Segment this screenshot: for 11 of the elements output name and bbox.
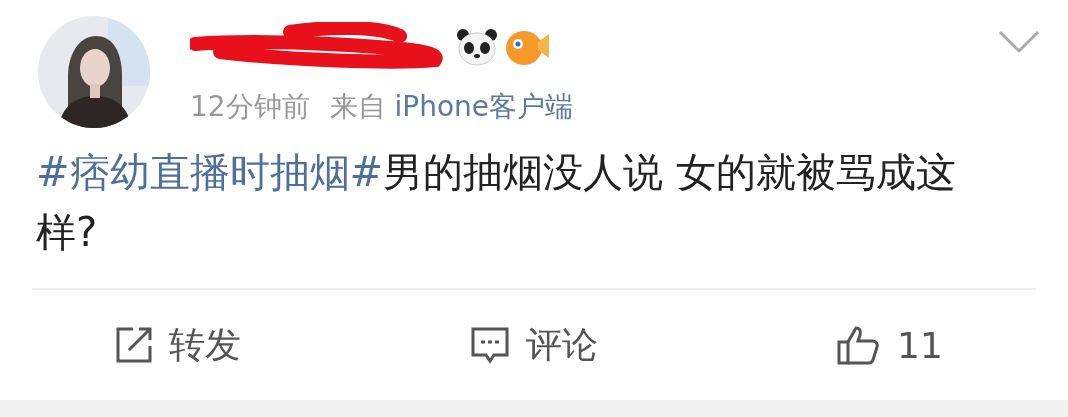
- repost-button[interactable]: 转发: [0, 320, 356, 370]
- chevron-down-icon[interactable]: [998, 30, 1040, 54]
- thumbs-up-icon: [837, 325, 882, 365]
- share-icon: [115, 326, 153, 364]
- post-text: #痞幼直播时抽烟#男的抽烟没人说 女的就被骂成这样?: [36, 149, 956, 255]
- panda-icon: [456, 27, 498, 67]
- comment-button[interactable]: 评论: [356, 320, 712, 370]
- source-label: 来自 iPhone客户端: [329, 89, 574, 125]
- post-time: 12分钟前: [190, 89, 310, 125]
- like-button[interactable]: 11: [712, 324, 1068, 366]
- comment-icon: [470, 326, 510, 364]
